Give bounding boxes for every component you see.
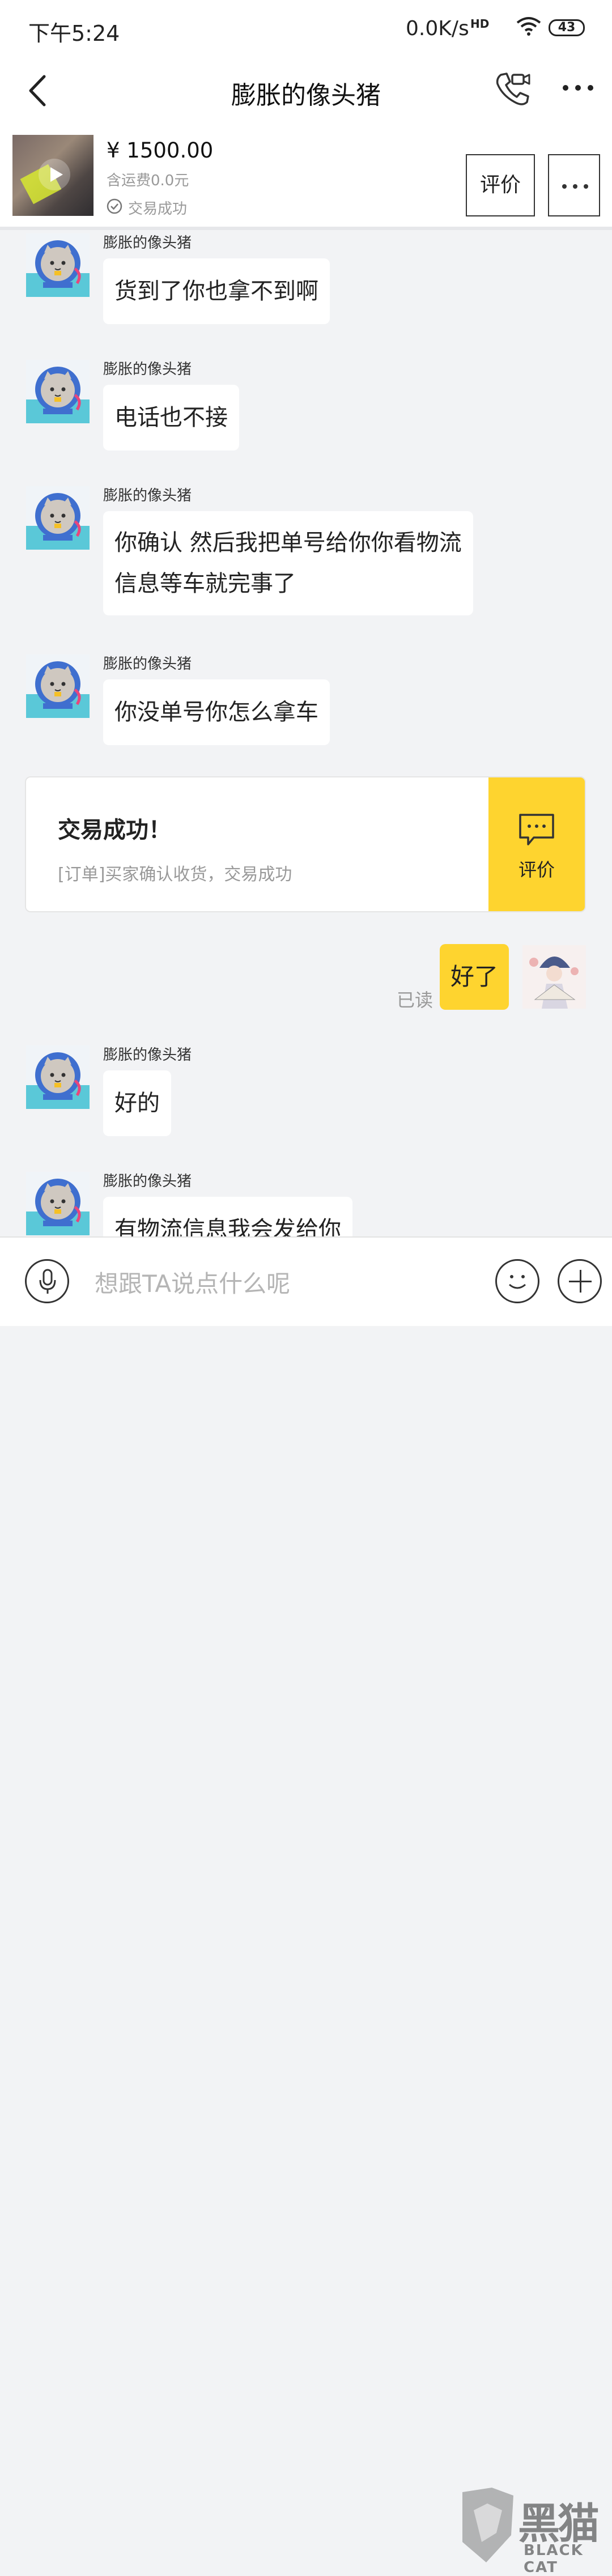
avatar[interactable]: [26, 360, 90, 423]
card-description: [订单]买家确认收货，交易成功: [58, 865, 292, 885]
trade-status: 交易成功: [128, 201, 188, 218]
message-bubble[interactable]: 你确认 然后我把单号给你你看物流 信息等车就完事了: [103, 511, 473, 615]
battery-indicator: 43: [549, 19, 585, 36]
status-time: 下午5:24: [28, 21, 120, 46]
microphone-icon: [39, 1269, 56, 1294]
phone-video-call-icon[interactable]: [493, 69, 533, 109]
sender-name: 膨胀的像头猪: [103, 1173, 192, 1190]
wifi-icon: [516, 17, 541, 36]
product-price: ¥ 1500.00: [107, 138, 214, 163]
status-bar: 下午5:24 0.0K/s HD 43: [0, 0, 612, 57]
divider: [0, 227, 612, 230]
network-speed: 0.0K/s: [406, 17, 469, 40]
cat-shield-icon: [462, 2488, 513, 2562]
message-bubble[interactable]: 你没单号你怎么拿车: [103, 679, 330, 745]
play-icon[interactable]: [39, 159, 70, 190]
message-bubble[interactable]: 货到了你也拿不到啊: [103, 258, 330, 324]
back-arrow-icon[interactable]: [23, 71, 57, 110]
product-thumbnail[interactable]: [12, 135, 94, 216]
input-bar: 黑猫 BLACK CAT: [0, 1236, 612, 2576]
avatar[interactable]: [26, 1172, 90, 1235]
message-line: 你确认 然后我把单号给你你看物流: [114, 530, 462, 556]
avatar[interactable]: [26, 233, 90, 297]
my-message-bubble[interactable]: 好了: [440, 944, 509, 1010]
voice-input-button[interactable]: [25, 1259, 69, 1303]
check-circle-icon: [107, 198, 122, 214]
trade-success-card[interactable]: 交易成功！ [订单]买家确认收货，交易成功 评价: [25, 776, 586, 912]
sender-name: 膨胀的像头猪: [103, 235, 192, 252]
shipping-fee: 含运费0.0元: [107, 172, 189, 189]
review-button[interactable]: 评价: [466, 154, 535, 216]
watermark-cn: 黑猫: [518, 2500, 600, 2548]
read-receipt: 已读: [397, 989, 434, 1011]
hd-indicator: HD: [470, 17, 490, 31]
message-line: 信息等车就完事了: [114, 571, 296, 597]
message-input[interactable]: [94, 1260, 436, 1307]
avatar[interactable]: [26, 654, 90, 718]
card-review-button[interactable]: 评价: [488, 777, 585, 911]
avatar[interactable]: [26, 1045, 90, 1109]
opera-figure-image: [522, 945, 586, 1009]
card-title: 交易成功！: [58, 817, 171, 843]
nav-bar: 膨胀的像头猪: [0, 57, 612, 125]
add-attachment-button[interactable]: [558, 1259, 602, 1303]
more-options-icon[interactable]: [561, 79, 595, 96]
sender-name: 膨胀的像头猪: [103, 487, 192, 504]
chat-bubble-icon: [519, 814, 554, 845]
watermark-logo: 黑猫 BLACK CAT: [457, 2488, 612, 2576]
sender-name: 膨胀的像头猪: [103, 361, 192, 378]
message-bubble[interactable]: 电话也不接: [103, 385, 239, 450]
emoji-button[interactable]: [495, 1259, 539, 1303]
watermark-en: BLACK CAT: [524, 2542, 584, 2576]
smile-icon: [509, 1275, 526, 1289]
message-bubble[interactable]: 好的: [103, 1070, 171, 1136]
product-more-button[interactable]: [548, 154, 600, 216]
sender-name: 膨胀的像头猪: [103, 656, 192, 673]
product-card[interactable]: ¥ 1500.00 含运费0.0元 交易成功 评价: [0, 125, 612, 227]
more-dots-icon: [562, 184, 588, 189]
avatar[interactable]: [26, 486, 90, 550]
my-avatar[interactable]: [522, 945, 586, 1009]
card-action-label: 评价: [518, 859, 555, 881]
sender-name: 膨胀的像头猪: [103, 1047, 192, 1064]
